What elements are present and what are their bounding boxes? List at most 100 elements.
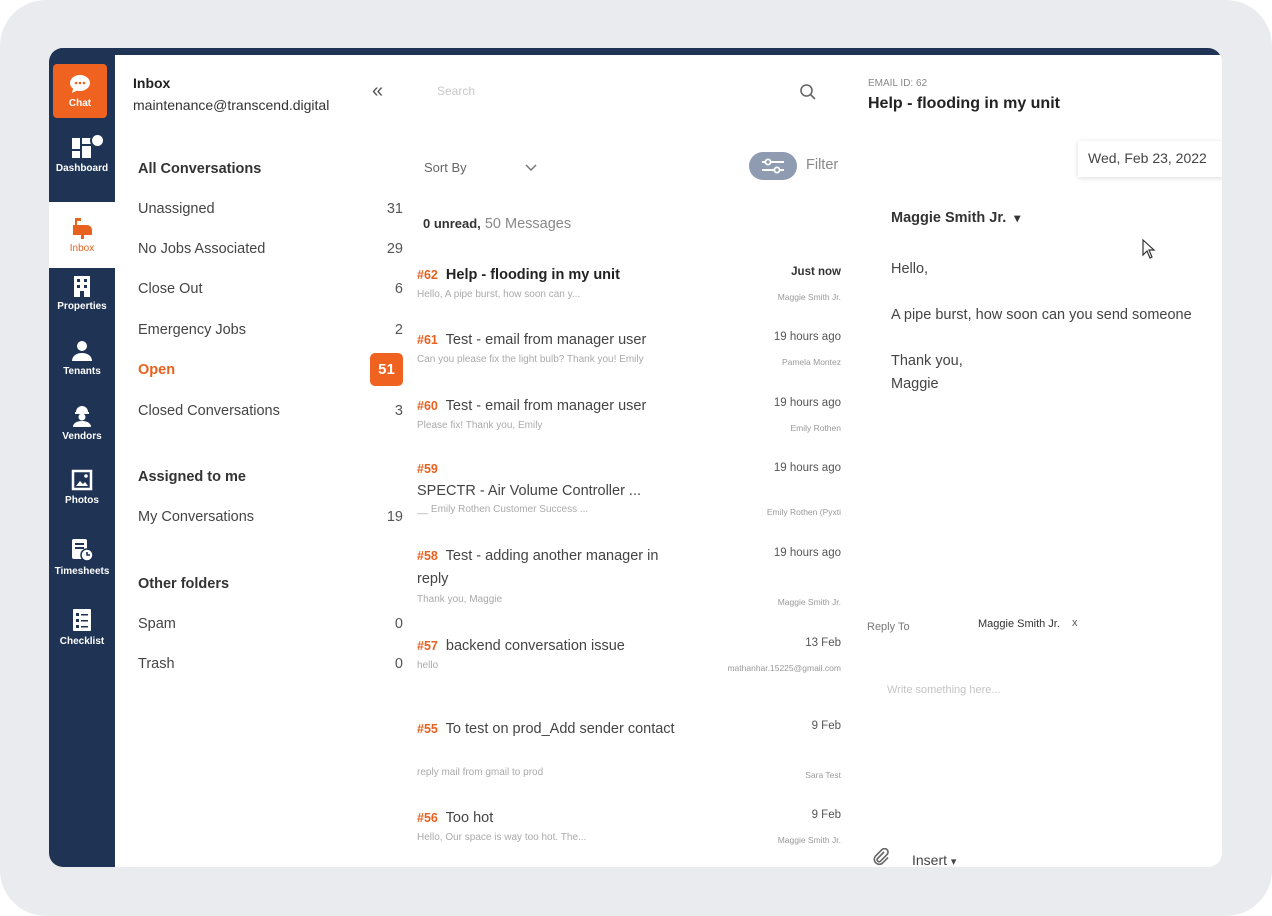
folder-count: 2	[394, 322, 403, 338]
message-time: 9 Feb	[811, 809, 841, 821]
nav-label: Dashboard	[55, 162, 109, 174]
message-preview: __ Emily Rothen Customer Success ...	[417, 504, 589, 515]
message-number: #56	[417, 811, 438, 825]
reply-textarea[interactable]: Write something here...	[887, 684, 1207, 696]
nav-item-vendors[interactable]: Vendors	[49, 392, 115, 454]
search-icon[interactable]	[799, 83, 817, 101]
collapse-panel-button[interactable]: «	[372, 81, 383, 101]
message-subject: backend conversation issue	[445, 638, 625, 654]
all-conversations-heading[interactable]: All Conversations	[138, 161, 261, 177]
nav-item-tenants[interactable]: Tenants	[49, 327, 115, 389]
folder-spam[interactable]: Spam 0	[138, 611, 403, 637]
email-subject: Help - flooding in my unit	[868, 95, 1060, 112]
total-messages: 50 Messages	[484, 216, 572, 232]
folder-no-jobs[interactable]: No Jobs Associated 29	[138, 236, 403, 262]
folder-count: 0	[394, 616, 403, 632]
message-subject-line: #55 To test on prod_Add sender contact	[417, 721, 675, 737]
message-preview: Thank you, Maggie	[417, 594, 503, 605]
folder-label: Closed Conversations	[138, 403, 280, 419]
folder-emergency-jobs[interactable]: Emergency Jobs 2	[138, 317, 403, 343]
folder-panel: Inbox maintenance@transcend.digital « Al…	[115, 48, 405, 867]
filter-toggle[interactable]	[749, 152, 797, 180]
folder-count: 29	[386, 241, 403, 257]
message-sender: Emily Rothen	[790, 423, 841, 433]
email-body-line: A pipe burst, how soon can you send some…	[891, 307, 1192, 323]
message-number: #57	[417, 639, 438, 653]
folder-trash[interactable]: Trash 0	[138, 651, 403, 677]
nav-item-photos[interactable]: Photos	[49, 456, 115, 518]
message-heading: #56 Too hot	[417, 807, 685, 830]
message-item[interactable]: #56 Too hot 9 Feb Hello, Our space is wa…	[417, 807, 845, 859]
folder-count: 0	[394, 656, 403, 672]
folder-my-conversations[interactable]: My Conversations 19	[138, 504, 403, 530]
nav-label: Vendors	[62, 430, 102, 442]
sender-dropdown[interactable]: Maggie Smith Jr. ▾	[891, 210, 1020, 226]
message-item[interactable]: #58 Test - adding another manager in rep…	[417, 545, 845, 611]
message-subject: Help - flooding in my unit	[445, 267, 620, 283]
nav-item-timesheets[interactable]: Timesheets	[49, 526, 115, 588]
message-detail-panel: EMAIL ID: 62 Help - flooding in my unit …	[855, 48, 1222, 867]
chevron-down-icon	[525, 163, 537, 171]
sender-name: Maggie Smith Jr.	[891, 210, 1007, 226]
message-item[interactable]: #57 backend conversation issue 13 Feb he…	[417, 635, 845, 695]
nav-label: Tenants	[63, 365, 101, 377]
paperclip-icon[interactable]	[872, 848, 890, 866]
message-heading: #57 backend conversation issue	[417, 635, 685, 658]
message-item[interactable]: #61 Test - email from manager user 19 ho…	[417, 329, 845, 381]
message-heading: #59 SPECTR - Air Volume Controller ...	[417, 460, 685, 503]
reply-to-label: Reply To	[867, 621, 910, 633]
message-time: 19 hours ago	[773, 331, 841, 343]
photo-icon	[71, 469, 93, 490]
insert-dropdown[interactable]: Insert ▾	[912, 852, 956, 867]
notification-badge	[90, 133, 105, 148]
message-preview: Can you please fix the light bulb? Thank…	[417, 354, 644, 365]
message-preview: Hello, A pipe burst, how soon can y...	[417, 289, 581, 300]
insert-label: Insert	[912, 852, 948, 867]
folder-count: 19	[386, 509, 403, 525]
nav-item-chat[interactable]: Chat	[53, 64, 107, 118]
reply-to-recipient: Maggie Smith Jr.	[978, 618, 1060, 630]
message-time: 19 hours ago	[773, 462, 841, 474]
message-number: #62	[417, 268, 438, 282]
search-input[interactable]: Search	[437, 84, 475, 98]
sort-by-label: Sort By	[424, 160, 467, 175]
nav-label: Inbox	[69, 242, 95, 254]
message-number: #59	[417, 462, 438, 476]
person-icon	[72, 340, 92, 361]
email-date: Wed, Feb 23, 2022	[1078, 141, 1222, 177]
message-subject: SPECTR - Air Volume Controller ...	[417, 483, 642, 499]
message-item[interactable]: #59 SPECTR - Air Volume Controller ... 1…	[417, 460, 845, 522]
inbox-email: maintenance@transcend.digital	[133, 97, 330, 113]
folder-open[interactable]: Open 51	[138, 353, 403, 386]
message-item[interactable]: #60 Test - email from manager user 19 ho…	[417, 395, 845, 447]
message-time: 9 Feb	[811, 720, 841, 732]
folder-unassigned[interactable]: Unassigned 31	[138, 196, 403, 222]
nav-item-properties[interactable]: Properties	[49, 262, 115, 324]
message-heading: #55 To test on prod_Add sender contact	[417, 718, 685, 741]
message-subject: Test - email from manager user	[445, 398, 647, 414]
message-preview: hello	[417, 660, 439, 671]
app-window: Chat Dashboard Inbox Properties Tenants …	[49, 48, 1222, 867]
nav-item-checklist[interactable]: Checklist	[49, 596, 115, 658]
message-item[interactable]: #62 Help - flooding in my unit Just now …	[417, 264, 845, 316]
folder-close-out[interactable]: Close Out 6	[138, 276, 403, 302]
nav-label: Timesheets	[54, 565, 110, 577]
message-heading: #60 Test - email from manager user	[417, 395, 685, 418]
message-item[interactable]: #55 To test on prod_Add sender contact 9…	[417, 718, 845, 784]
nav-item-inbox[interactable]: Inbox	[49, 202, 115, 268]
message-preview: Hello, Our space is way too hot. The...	[417, 832, 587, 843]
mouse-cursor-icon	[1142, 239, 1156, 259]
filter-label[interactable]: Filter	[806, 157, 838, 173]
message-time: 19 hours ago	[773, 397, 841, 409]
folder-closed-conversations[interactable]: Closed Conversations 3	[138, 398, 403, 424]
timesheet-icon	[72, 538, 94, 562]
message-subject-line: #57 backend conversation issue	[417, 638, 625, 654]
message-heading: #61 Test - email from manager user	[417, 329, 685, 352]
email-id: EMAIL ID: 62	[868, 78, 928, 89]
nav-item-dashboard[interactable]: Dashboard	[49, 124, 115, 186]
folder-label: Unassigned	[138, 201, 215, 217]
sort-by-dropdown[interactable]: Sort By	[424, 160, 537, 175]
remove-recipient-button[interactable]: x	[1072, 617, 1078, 629]
message-sender: Maggie Smith Jr.	[777, 292, 841, 302]
message-time: 13 Feb	[805, 637, 841, 649]
